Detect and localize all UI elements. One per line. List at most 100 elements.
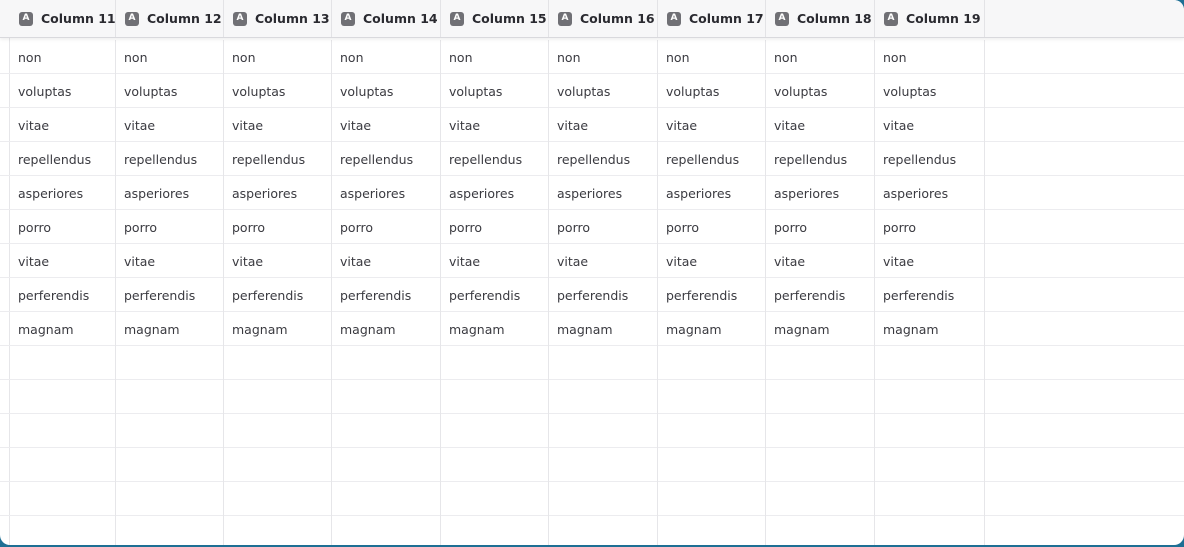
table-cell[interactable]: non [875,40,985,74]
table-cell[interactable] [332,346,441,380]
table-cell[interactable]: non [549,40,658,74]
table-cell[interactable]: perferendis [116,278,224,312]
table-cell[interactable]: non [441,40,549,74]
table-cell[interactable]: asperiores [224,176,332,210]
table-cell[interactable] [766,448,875,482]
table-cell[interactable]: asperiores [658,176,766,210]
table-cell[interactable]: magnam [766,312,875,346]
table-cell[interactable]: asperiores [766,176,875,210]
table-cell[interactable] [875,482,985,516]
table-cell[interactable] [549,380,658,414]
table-cell[interactable] [658,380,766,414]
table-cell[interactable]: magnam [875,312,985,346]
table-cell[interactable] [875,414,985,448]
table-cell[interactable] [441,346,549,380]
table-cell[interactable]: vitae [549,108,658,142]
table-cell[interactable] [332,414,441,448]
table-cell[interactable] [766,414,875,448]
table-cell[interactable]: magnam [441,312,549,346]
table-cell[interactable]: repellendus [441,142,549,176]
table-cell[interactable] [441,414,549,448]
table-cell[interactable]: vitae [441,108,549,142]
table-cell[interactable] [441,482,549,516]
table-cell[interactable]: porro [766,210,875,244]
table-cell[interactable] [116,380,224,414]
table-cell[interactable]: porro [441,210,549,244]
column-header-14[interactable]: A Column 14 [332,0,441,37]
table-cell[interactable] [224,482,332,516]
column-header-15[interactable]: A Column 15 [441,0,549,37]
table-cell[interactable]: vitae [658,108,766,142]
table-cell[interactable]: porro [658,210,766,244]
table-cell[interactable] [10,482,116,516]
table-cell[interactable] [875,380,985,414]
table-cell[interactable] [116,414,224,448]
table-cell[interactable] [658,516,766,545]
table-cell[interactable] [441,516,549,545]
table-cell[interactable]: asperiores [549,176,658,210]
column-header-13[interactable]: A Column 13 [224,0,332,37]
table-cell[interactable] [10,448,116,482]
table-cell[interactable] [766,516,875,545]
table-cell[interactable]: repellendus [10,142,116,176]
table-cell[interactable] [332,448,441,482]
table-cell[interactable] [549,516,658,545]
table-cell[interactable] [116,482,224,516]
table-cell[interactable]: voluptas [766,74,875,108]
table-cell[interactable]: asperiores [441,176,549,210]
table-cell[interactable]: repellendus [658,142,766,176]
table-cell[interactable] [10,346,116,380]
table-cell[interactable]: non [658,40,766,74]
table-cell[interactable] [766,380,875,414]
table-cell[interactable]: voluptas [116,74,224,108]
table-cell[interactable]: asperiores [332,176,441,210]
table-cell[interactable] [441,448,549,482]
table-cell[interactable]: asperiores [10,176,116,210]
column-header-19[interactable]: A Column 19 [875,0,985,37]
table-cell[interactable]: vitae [224,244,332,278]
table-cell[interactable]: voluptas [441,74,549,108]
table-cell[interactable]: magnam [116,312,224,346]
table-cell[interactable]: vitae [875,244,985,278]
table-cell[interactable]: vitae [441,244,549,278]
table-cell[interactable]: repellendus [875,142,985,176]
table-cell[interactable] [766,482,875,516]
table-cell[interactable]: porro [224,210,332,244]
table-cell[interactable] [875,448,985,482]
column-header-17[interactable]: A Column 17 [658,0,766,37]
table-cell[interactable]: repellendus [116,142,224,176]
table-cell[interactable]: vitae [766,108,875,142]
table-cell[interactable] [116,516,224,545]
table-cell[interactable] [658,414,766,448]
table-cell[interactable]: porro [549,210,658,244]
table-cell[interactable] [766,346,875,380]
table-cell[interactable] [549,414,658,448]
column-header-16[interactable]: A Column 16 [549,0,658,37]
table-cell[interactable]: asperiores [875,176,985,210]
table-cell[interactable]: perferendis [549,278,658,312]
table-cell[interactable] [658,346,766,380]
table-cell[interactable] [549,448,658,482]
table-cell[interactable] [549,482,658,516]
table-cell[interactable]: magnam [658,312,766,346]
table-cell[interactable] [224,380,332,414]
table-cell[interactable]: non [766,40,875,74]
table-cell[interactable]: asperiores [116,176,224,210]
table-cell[interactable]: perferendis [10,278,116,312]
table-cell[interactable]: perferendis [224,278,332,312]
table-cell[interactable]: repellendus [549,142,658,176]
table-cell[interactable] [441,380,549,414]
table-cell[interactable] [224,414,332,448]
table-cell[interactable]: non [10,40,116,74]
table-cell[interactable]: vitae [10,244,116,278]
table-cell[interactable]: magnam [10,312,116,346]
column-header-11[interactable]: A Column 11 [10,0,116,37]
table-cell[interactable]: voluptas [224,74,332,108]
table-cell[interactable] [332,516,441,545]
table-cell[interactable] [332,482,441,516]
table-cell[interactable] [332,380,441,414]
table-cell[interactable]: voluptas [332,74,441,108]
table-cell[interactable]: perferendis [441,278,549,312]
table-cell[interactable]: perferendis [875,278,985,312]
table-cell[interactable]: vitae [766,244,875,278]
